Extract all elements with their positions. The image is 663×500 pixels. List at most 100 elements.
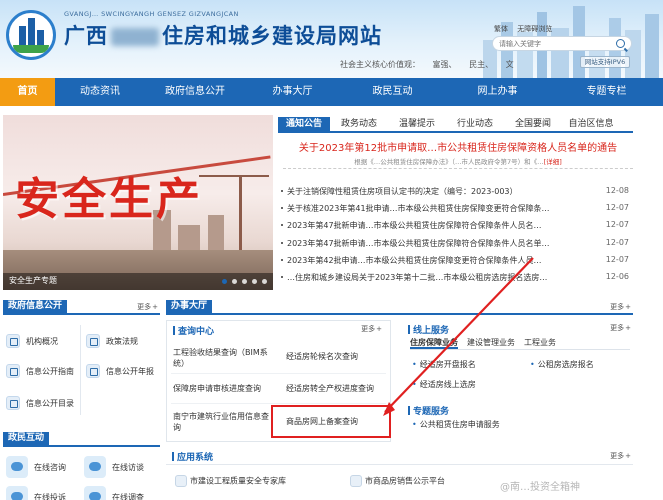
bullet-icon [281,275,283,278]
service-link[interactable]: 公共租赁住房申请服务 [412,419,500,430]
interaction-section-header: 政民互动 [3,432,160,447]
app-item[interactable]: 市商品房销售公示平台 [350,475,445,489]
news-title[interactable]: 关于注销保障性租赁住房项目认定书的决定（编号：2023-003） [287,186,582,197]
nav-item-online-service[interactable]: 网上办事 [445,78,550,106]
accessible-browse-link[interactable]: 无障碍浏览 [517,25,552,33]
more-link[interactable]: 更多 [137,302,158,312]
tab-industry[interactable]: 行业动态 [446,117,504,131]
tab-construction-mgmt[interactable]: 建设管理业务 [467,337,515,349]
banner-headline: 安全生产 [15,174,203,225]
interview-icon [84,456,106,478]
item-label: 在线咨询 [34,463,66,472]
crane-silhouette [199,175,269,177]
news-item[interactable]: 2023年第42批申请…市本级公共租赁住房保障变更符合保障条件人员… 12-07 [278,253,633,270]
service-link[interactable]: 公租房选房报名 [530,359,594,370]
news-title[interactable]: 2023年第47批新申请…市本级公共租赁住房保障符合保障条件人员名… [287,220,582,231]
query-item[interactable]: 工程验收结果查询（BIM系统） [173,347,271,369]
banner-caption[interactable]: 安全生产专题 [9,275,57,286]
news-tabs: 通知公告 政务动态 温馨提示 行业动态 全国要闻 自治区信息 [278,117,633,133]
guide-icon [6,364,20,378]
divider [166,464,633,465]
carousel-dot[interactable] [232,279,237,284]
news-title[interactable]: 2023年第42批申请…市本级公共租赁住房保障变更符合保障条件人员… [287,255,582,266]
carousel-dot[interactable] [252,279,257,284]
nav-item-special-topics[interactable]: 专题专栏 [550,78,663,106]
tab-national[interactable]: 全国要闻 [504,117,562,131]
site-pinyin: GVANGJ… SWCINGYANGH GENSEZ GIZVANGJCAN [64,10,239,18]
report-icon [86,364,100,378]
tab-gov-news[interactable]: 政务动态 [330,117,388,131]
news-item[interactable]: 关于注销保障性租赁住房项目认定书的决定（编号：2023-003） 12-08 [278,184,633,201]
query-item[interactable]: 南宁市建筑行业信用信息查询 [173,411,273,433]
tab-tips[interactable]: 温馨提示 [388,117,446,131]
app-label: 市商品房销售公示平台 [365,476,445,486]
tab-engineering[interactable]: 工程业务 [524,337,556,349]
online-services-title: 线上服务 [408,323,449,336]
item-label: 政策法规 [106,337,138,346]
app-item[interactable]: 市建设工程质量安全专家库 [175,475,286,489]
item-label: 信息公开目录 [26,399,74,408]
nav-item-news[interactable]: 动态资讯 [55,78,145,106]
site-title: 广西 住房和城乡建设局网站 [64,20,382,50]
item-label: 在线访谈 [112,463,144,472]
divider [283,168,633,169]
traditional-chinese-link[interactable]: 繁体 [494,25,508,33]
news-item[interactable]: 2023年第47批新申请…市本级公共租赁住房保障符合保障条件人员名… 12-07 [278,218,633,235]
news-item[interactable]: 关于核准2023年第41批申请…市本级公共租赁住房保障变更符合保障条… 12-07 [278,201,633,218]
news-date: 12-06 [605,271,629,281]
apps-section-header: 应用系统 更多 [166,448,633,463]
search-box [492,36,632,51]
site-logo[interactable] [6,10,56,60]
nav-item-interaction[interactable]: 政民互动 [340,78,445,106]
bullet-icon [281,258,283,261]
divider [80,325,81,415]
bullet-icon [281,207,283,210]
query-item[interactable]: 经适房轮候名次查询 [286,351,390,362]
more-link[interactable]: 更多 [610,302,631,312]
service-link[interactable]: 经适房线上选房 [412,379,476,390]
nav-item-home[interactable]: 首页 [0,78,55,106]
carousel-dot[interactable] [242,279,247,284]
motto-value: 民主、 [469,60,494,69]
query-item[interactable]: 经适房转全产权进度查询 [286,383,390,394]
ipv6-badge: 网站支持IPV6 [580,56,630,68]
headline-summary: 根据《…公共租赁住房保障办法》（…市人民政府令第7号）和《…[详细] [283,156,633,166]
news-title[interactable]: 2023年第47批新申请…市本级公共租赁住房保障符合保障条件人员名单… [287,238,582,249]
news-item[interactable]: 2023年第47批新申请…市本级公共租赁住房保障符合保障条件人员名单… 12-07 [278,236,633,253]
carousel-dot[interactable] [222,279,227,284]
more-link[interactable]: 更多 [361,324,382,334]
search-icon[interactable] [616,39,625,48]
site-title-prefix: 广西 [64,24,108,48]
nav-item-service-hall[interactable]: 办事大厅 [245,78,340,106]
bullet-icon [281,241,283,244]
more-link[interactable]: 更多 [610,323,631,333]
news-item[interactable]: …住房和城乡建设局关于2023年第十二批…市本级公租房选房报名选房… 12-06 [278,270,633,287]
headline-news[interactable]: 关于2023年第12批市申请取…市公共租赁住房保障资格人员名单的通告 [283,139,633,154]
headline-summary-text: 根据《…公共租赁住房保障办法》（…市人民政府令第7号）和《… [354,158,544,166]
app-label: 市建设工程质量安全专家库 [190,476,286,486]
search-input[interactable] [499,38,609,49]
news-title[interactable]: …住房和城乡建设局关于2023年第十二批…市本级公租房选房报名选房… [287,272,582,283]
tab-regional[interactable]: 自治区信息 [562,117,620,131]
tab-notices[interactable]: 通知公告 [278,117,330,131]
item-label: 在线投诉 [34,493,66,500]
nav-item-gov-info[interactable]: 政府信息公开 [145,78,245,106]
detail-link[interactable]: [详细] [544,158,562,166]
more-link[interactable]: 更多 [610,451,631,461]
query-center-title: 查询中心 [173,324,214,337]
section-title: 政府信息公开 [3,300,68,313]
news-title[interactable]: 关于核准2023年第41批申请…市本级公共租赁住房保障变更符合保障条… [287,203,582,214]
carousel-dot[interactable] [262,279,267,284]
service-link[interactable]: 经适房开盘报名 [412,359,476,370]
bullet-icon [281,224,283,227]
query-item[interactable]: 保障房申请审核进度查询 [173,383,279,394]
divider [171,403,386,404]
banner-carousel[interactable]: 安全生产 安全生产专题 [3,115,273,290]
watermark: @南…投资全箱神 [500,482,580,493]
news-list: 关于注销保障性租赁住房项目认定书的决定（编号：2023-003） 12-08 关于… [278,184,633,287]
item-label: 信息公开年报 [106,367,154,376]
site-title-suffix: 住房和城乡建设局网站 [162,24,382,48]
news-date: 12-07 [605,254,629,264]
catalog-icon [6,396,20,410]
tab-housing-security[interactable]: 住房保障业务 [410,337,458,349]
